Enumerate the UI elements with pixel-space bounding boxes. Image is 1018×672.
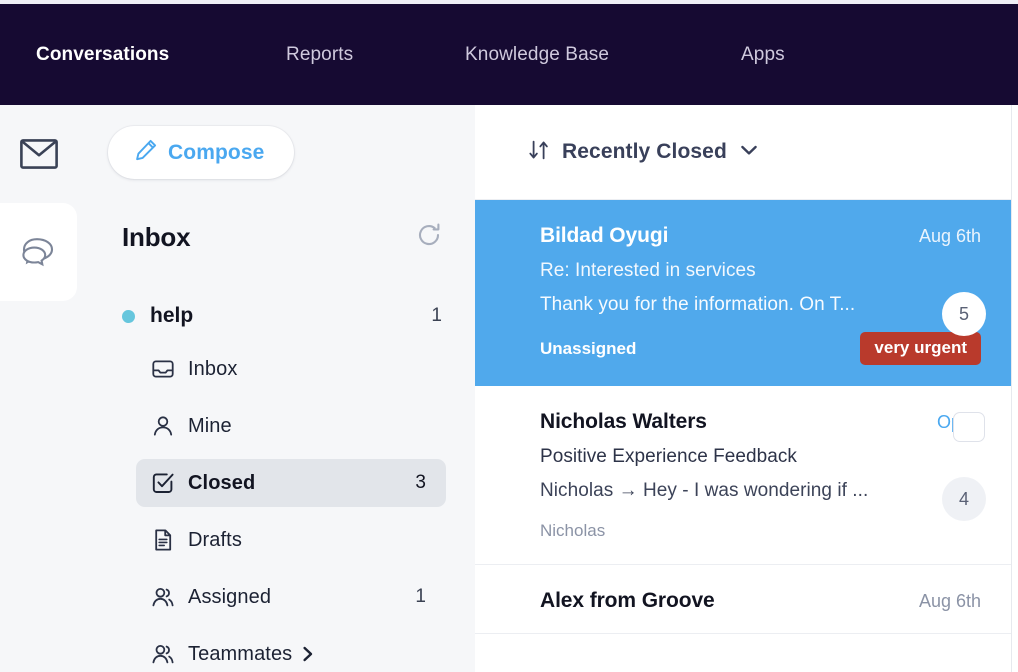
- arrow-right-icon: →: [619, 480, 638, 501]
- conversation-snippet: Nicholas → Hey - I was wondering if ...: [540, 480, 981, 502]
- sidebar-item-mine[interactable]: Mine: [136, 402, 446, 450]
- conversation-subject: Re: Interested in services: [540, 260, 981, 282]
- conversation-list-toolbar: Recently Closed: [475, 105, 1011, 200]
- refresh-button[interactable]: [416, 222, 442, 253]
- icon-rail: [0, 105, 77, 672]
- main-area: Compose Inbox help 1: [0, 105, 1018, 672]
- sidebar-item-label: Inbox: [188, 358, 237, 381]
- sidebar-item-label: Mine: [188, 415, 232, 438]
- app-root: Conversations Reports Knowledge Base App…: [0, 0, 1018, 672]
- nav-item-reports[interactable]: Reports: [286, 44, 353, 66]
- chevron-down-icon: [739, 143, 759, 162]
- people-icon: [152, 586, 174, 608]
- conversation-header: Bildad Oyugi Aug 6th: [540, 224, 981, 248]
- conversation-footer: Nicholas: [540, 518, 981, 544]
- nav-item-apps[interactable]: Apps: [741, 44, 785, 66]
- conversation-header: Nicholas Walters Open: [540, 410, 981, 434]
- sidebar-item-teammates[interactable]: Teammates: [136, 630, 446, 672]
- conversation-date: Aug 6th: [919, 226, 981, 247]
- refresh-icon: [416, 222, 442, 253]
- sidebar-item-count: 1: [415, 586, 426, 608]
- sidebar-item-label: Assigned: [188, 586, 271, 609]
- sort-dropdown-label: Recently Closed: [562, 140, 727, 164]
- nav-item-conversations[interactable]: Conversations: [36, 44, 169, 66]
- sidebar-item-inbox[interactable]: Inbox: [136, 345, 446, 393]
- chevron-right-icon: [301, 645, 315, 663]
- status-dot-icon: [122, 310, 135, 323]
- sort-arrows-icon: [528, 139, 550, 166]
- chat-bubbles-icon: [20, 236, 58, 269]
- sidebar-item-closed[interactable]: Closed 3: [136, 459, 446, 507]
- top-navigation-bar: Conversations Reports Knowledge Base App…: [0, 4, 1018, 105]
- sidebar-item-assigned[interactable]: Assigned 1: [136, 573, 446, 621]
- conversation-sender: Nicholas Walters: [540, 410, 707, 434]
- conversation-footer: Unassigned very urgent: [540, 332, 981, 365]
- inbox-tray-icon: [152, 358, 174, 380]
- folder-sidebar: Compose Inbox help 1: [77, 105, 475, 672]
- mailbox-group-label: help: [150, 304, 193, 328]
- conversation-snippet-prefix: Nicholas: [540, 480, 613, 501]
- compose-button[interactable]: Compose: [108, 126, 294, 179]
- conversation-assignee: Nicholas: [540, 521, 605, 541]
- conversation-date: Aug 6th: [919, 591, 981, 612]
- conversation-sender: Alex from Groove: [540, 589, 715, 613]
- conversation-message-count: 5: [942, 292, 986, 336]
- sort-dropdown[interactable]: Recently Closed: [528, 139, 759, 166]
- conversation-row[interactable]: Nicholas Walters Open Positive Experienc…: [475, 386, 1011, 565]
- compose-button-wrap: Compose: [108, 126, 294, 179]
- conversation-row[interactable]: Bildad Oyugi Aug 6th Re: Interested in s…: [475, 200, 1011, 386]
- people-icon: [152, 643, 174, 665]
- sidebar-item-count: 3: [415, 472, 426, 494]
- compose-button-label: Compose: [168, 141, 264, 165]
- mailbox-group-help[interactable]: help 1: [122, 298, 442, 334]
- rail-item-conversations[interactable]: [0, 203, 77, 301]
- conversation-row[interactable]: Alex from Groove Aug 6th: [475, 565, 1011, 634]
- conversation-message-count: 4: [942, 477, 986, 521]
- sidebar-item-label: Teammates: [188, 643, 292, 666]
- pencil-icon: [135, 139, 157, 166]
- conversation-snippet: Thank you for the information. On T...: [540, 294, 981, 316]
- conversation-assignee: Unassigned: [540, 339, 636, 359]
- sidebar-item-label: Closed: [188, 472, 255, 495]
- check-square-icon: [152, 472, 174, 494]
- conversation-header: Alex from Groove Aug 6th: [540, 589, 981, 613]
- sidebar-header: Inbox: [122, 222, 442, 253]
- status-badge: very urgent: [860, 332, 981, 365]
- sidebar-item-label: Drafts: [188, 529, 242, 552]
- conversation-sender: Bildad Oyugi: [540, 224, 668, 248]
- conversation-select-checkbox[interactable]: [953, 412, 985, 442]
- nav-item-knowledge-base[interactable]: Knowledge Base: [465, 44, 609, 66]
- sidebar-title: Inbox: [122, 222, 190, 253]
- person-icon: [152, 415, 174, 437]
- rail-item-mail[interactable]: [0, 105, 77, 203]
- conversation-snippet-body: Hey - I was wondering if ...: [643, 480, 868, 501]
- sidebar-item-drafts[interactable]: Drafts: [136, 516, 446, 564]
- conversation-list-panel: Recently Closed Bildad Oyugi Aug 6th Re:…: [475, 105, 1012, 672]
- mail-icon: [20, 139, 58, 169]
- mailbox-group-count: 1: [431, 305, 442, 327]
- folder-list: Inbox Mine: [136, 345, 446, 672]
- conversation-subject: Positive Experience Feedback: [540, 446, 981, 468]
- document-icon: [152, 529, 174, 551]
